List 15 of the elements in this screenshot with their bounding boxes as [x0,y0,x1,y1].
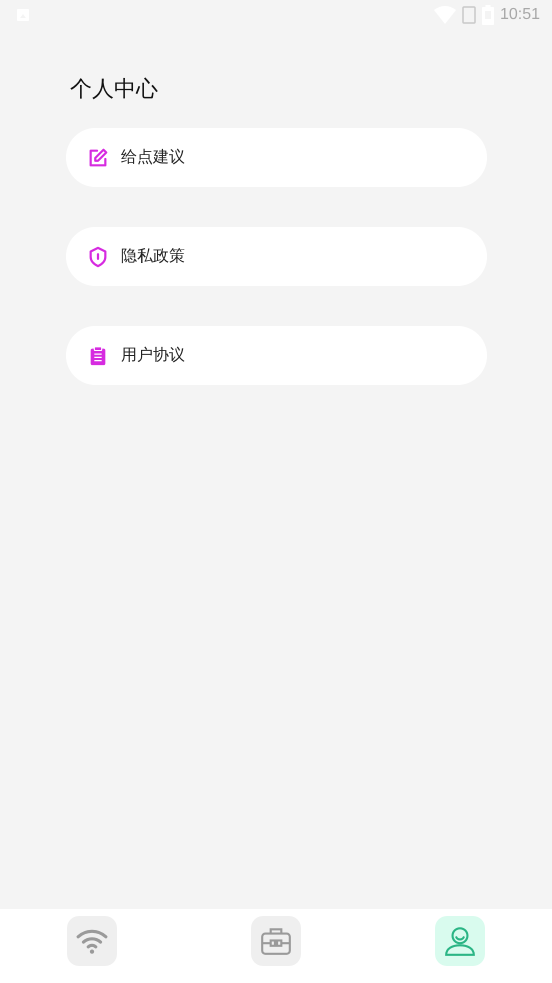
person-icon [443,924,477,958]
nav-tab[interactable] [435,916,485,966]
shield-icon [87,246,109,268]
menu-item[interactable]: 用户协议 [66,326,487,385]
menu-label: 隐私政策 [121,246,185,267]
page-title: 个人中心 [70,76,158,104]
menu-item[interactable]: 隐私政策 [66,227,487,286]
menu-item[interactable]: 给点建议 [66,128,487,187]
edit-icon [87,146,109,168]
nav-tab[interactable] [251,916,301,966]
sim-icon [462,6,476,24]
nav-tab[interactable] [67,916,117,966]
menu-label: 用户协议 [121,345,185,366]
menu-label: 给点建议 [121,147,185,168]
status-time: 10:51 [500,6,540,24]
